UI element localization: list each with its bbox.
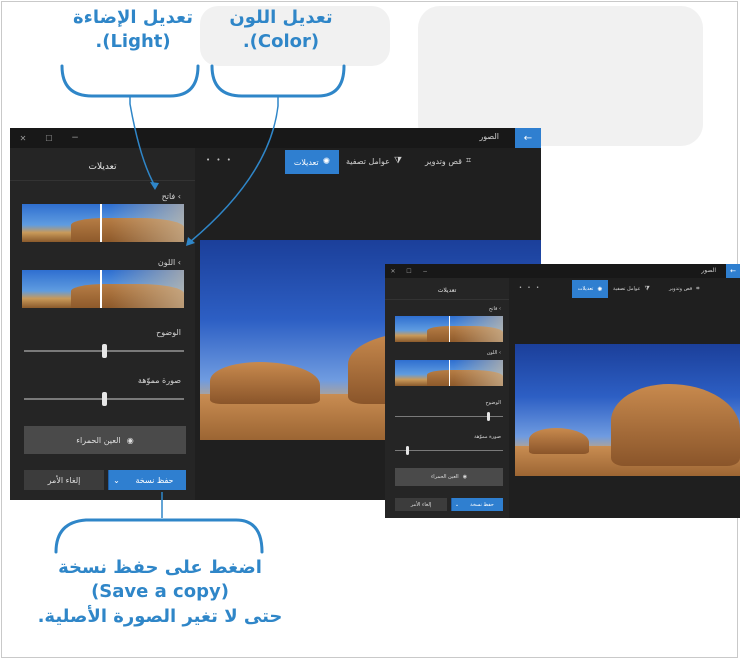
more-options-button[interactable]: • • • [519, 285, 541, 291]
color-preview-thumbnail[interactable] [22, 270, 184, 308]
light-callout: تعديل الإضاءة (Light). [48, 6, 218, 55]
chevron-right-icon: › [499, 350, 501, 356]
light-callout-subtitle: (Light). [95, 31, 171, 53]
light-callout-title: تعديل الإضاءة [73, 7, 193, 28]
color-section-header[interactable]: › اللون [487, 350, 501, 356]
rock-formation [611, 384, 740, 466]
filter-icon: ⧨ [644, 285, 650, 292]
clarity-label: الوضوح [485, 400, 501, 406]
photo-canvas [515, 344, 740, 476]
more-options-button[interactable]: • • • [206, 156, 233, 164]
filters-tab-label: عوامل تصفية [346, 156, 390, 166]
vignette-slider[interactable] [395, 446, 503, 455]
blurred-photo-label: صورة مموّهة [474, 434, 501, 440]
chevron-down-icon: ⌄ [454, 501, 460, 508]
save-copy-button[interactable]: حفظ نسخة [123, 470, 186, 490]
cancel-button[interactable]: إلغاء الأمر [24, 470, 104, 490]
clarity-label: الوضوح [156, 328, 181, 337]
light-section-label: فاتح [161, 192, 176, 201]
color-callout: تعديل اللون (Color). [196, 6, 366, 55]
save-copy-callout: اضغط على حفظ نسخة (Save a copy) حتى لا ت… [30, 556, 290, 629]
minimize-icon[interactable]: − [62, 133, 88, 143]
light-split-handle[interactable] [449, 316, 450, 342]
light-preview-thumbnail[interactable] [395, 316, 503, 342]
adjustments-panel: تعديلات › فاتح › اللون الوضوح صورة مموّه… [385, 278, 509, 518]
chevron-right-icon: › [499, 306, 501, 312]
maximize-icon[interactable]: ☐ [36, 134, 62, 143]
save-options-dropdown[interactable]: ⌄ [451, 498, 462, 511]
color-split-handle[interactable] [100, 270, 102, 308]
chevron-right-icon: › [177, 192, 181, 201]
sun-icon: ✺ [322, 157, 331, 167]
chevron-right-icon: › [177, 258, 181, 267]
clarity-slider-knob[interactable] [102, 344, 107, 358]
background-watermark [418, 6, 703, 146]
photos-window-small: ✕ ☐ − الصور ← • • • ✺ تعديلات ⧨ عوامل تص… [385, 264, 740, 518]
clarity-slider[interactable] [24, 344, 184, 358]
filters-tab-label: عوامل تصفية [613, 286, 641, 292]
light-section-header[interactable]: › فاتح [162, 192, 181, 201]
crop-icon: ⌗ [696, 285, 700, 292]
crop-rotate-tab[interactable]: ⌗ قص وتدوير [669, 285, 700, 293]
filters-tab[interactable]: ⧨ عوامل تصفية [346, 156, 402, 166]
title-bar: ✕ ☐ − الصور ← [10, 128, 541, 148]
chevron-down-icon: ⌄ [113, 475, 120, 485]
title-bar: ✕ ☐ − الصور ← [385, 264, 740, 278]
color-section-label: اللون [486, 350, 498, 356]
window-title: الصور [701, 267, 716, 274]
sun-icon: ✺ [597, 285, 603, 293]
color-section-header[interactable]: › اللون [158, 258, 181, 267]
minimize-icon[interactable]: − [417, 268, 433, 275]
red-eye-button-label: العين الحمراء [430, 474, 459, 480]
color-section-label: اللون [157, 258, 176, 267]
light-section-header[interactable]: › فاتح [489, 306, 501, 312]
color-callout-subtitle: (Color). [242, 31, 320, 53]
back-arrow-icon: ← [523, 132, 533, 144]
close-icon[interactable]: ✕ [385, 268, 401, 275]
crop-icon: ⌗ [465, 156, 472, 166]
maximize-icon[interactable]: ☐ [401, 268, 417, 275]
color-preview-thumbnail[interactable] [395, 360, 503, 386]
eye-icon: ◉ [126, 435, 134, 445]
filter-icon: ⧨ [393, 156, 402, 166]
save-copy-button[interactable]: حفظ نسخة [461, 498, 503, 511]
red-eye-button[interactable]: ◉ العين الحمراء [395, 468, 503, 486]
adjustments-panel: تعديلات › فاتح › اللون الوضوح صورة مموّه… [10, 148, 195, 500]
red-eye-button[interactable]: ◉ العين الحمراء [24, 426, 186, 454]
adjustments-tab-label: تعديلات [293, 157, 319, 167]
clarity-slider[interactable] [395, 412, 503, 421]
color-callout-title: تعديل اللون [229, 7, 333, 28]
vignette-slider-knob[interactable] [406, 446, 409, 455]
save-callout-line3: حتى لا تغير الصورة الأصلية. [37, 605, 283, 627]
save-callout-line2: (Save a copy) [91, 581, 229, 603]
light-section-label: فاتح [488, 306, 498, 312]
clarity-slider-knob[interactable] [487, 412, 490, 421]
crop-rotate-tab-label: قص وتدوير [669, 286, 693, 292]
panel-title: تعديلات [10, 162, 195, 181]
adjustments-tab-label: تعديلات [577, 286, 594, 292]
back-arrow-icon: ← [730, 267, 736, 275]
close-icon[interactable]: ✕ [10, 134, 36, 143]
color-split-handle[interactable] [449, 360, 450, 386]
crop-rotate-tab-label: قص وتدوير [425, 156, 462, 166]
eye-icon: ◉ [462, 474, 468, 480]
light-split-handle[interactable] [100, 204, 102, 242]
crop-rotate-tab[interactable]: ⌗ قص وتدوير [425, 156, 471, 166]
adjustments-tab[interactable]: ✺ تعديلات [285, 150, 339, 174]
cancel-button[interactable]: إلغاء الأمر [395, 498, 447, 511]
back-button[interactable]: ← [515, 128, 541, 148]
window-title: الصور [479, 132, 499, 141]
save-callout-line1: اضغط على حفظ نسخة [58, 557, 262, 578]
blurred-photo-label: صورة مموّهة [137, 376, 181, 385]
vignette-slider[interactable] [24, 392, 184, 406]
back-button[interactable]: ← [726, 264, 740, 278]
save-options-dropdown[interactable]: ⌄ [108, 470, 124, 490]
filters-tab[interactable]: ⧨ عوامل تصفية [613, 285, 650, 293]
light-preview-thumbnail[interactable] [22, 204, 184, 242]
vignette-slider-knob[interactable] [102, 392, 107, 406]
panel-title: تعديلات [385, 287, 509, 300]
red-eye-button-label: العين الحمراء [76, 435, 121, 445]
adjustments-tab[interactable]: ✺ تعديلات [572, 280, 608, 298]
